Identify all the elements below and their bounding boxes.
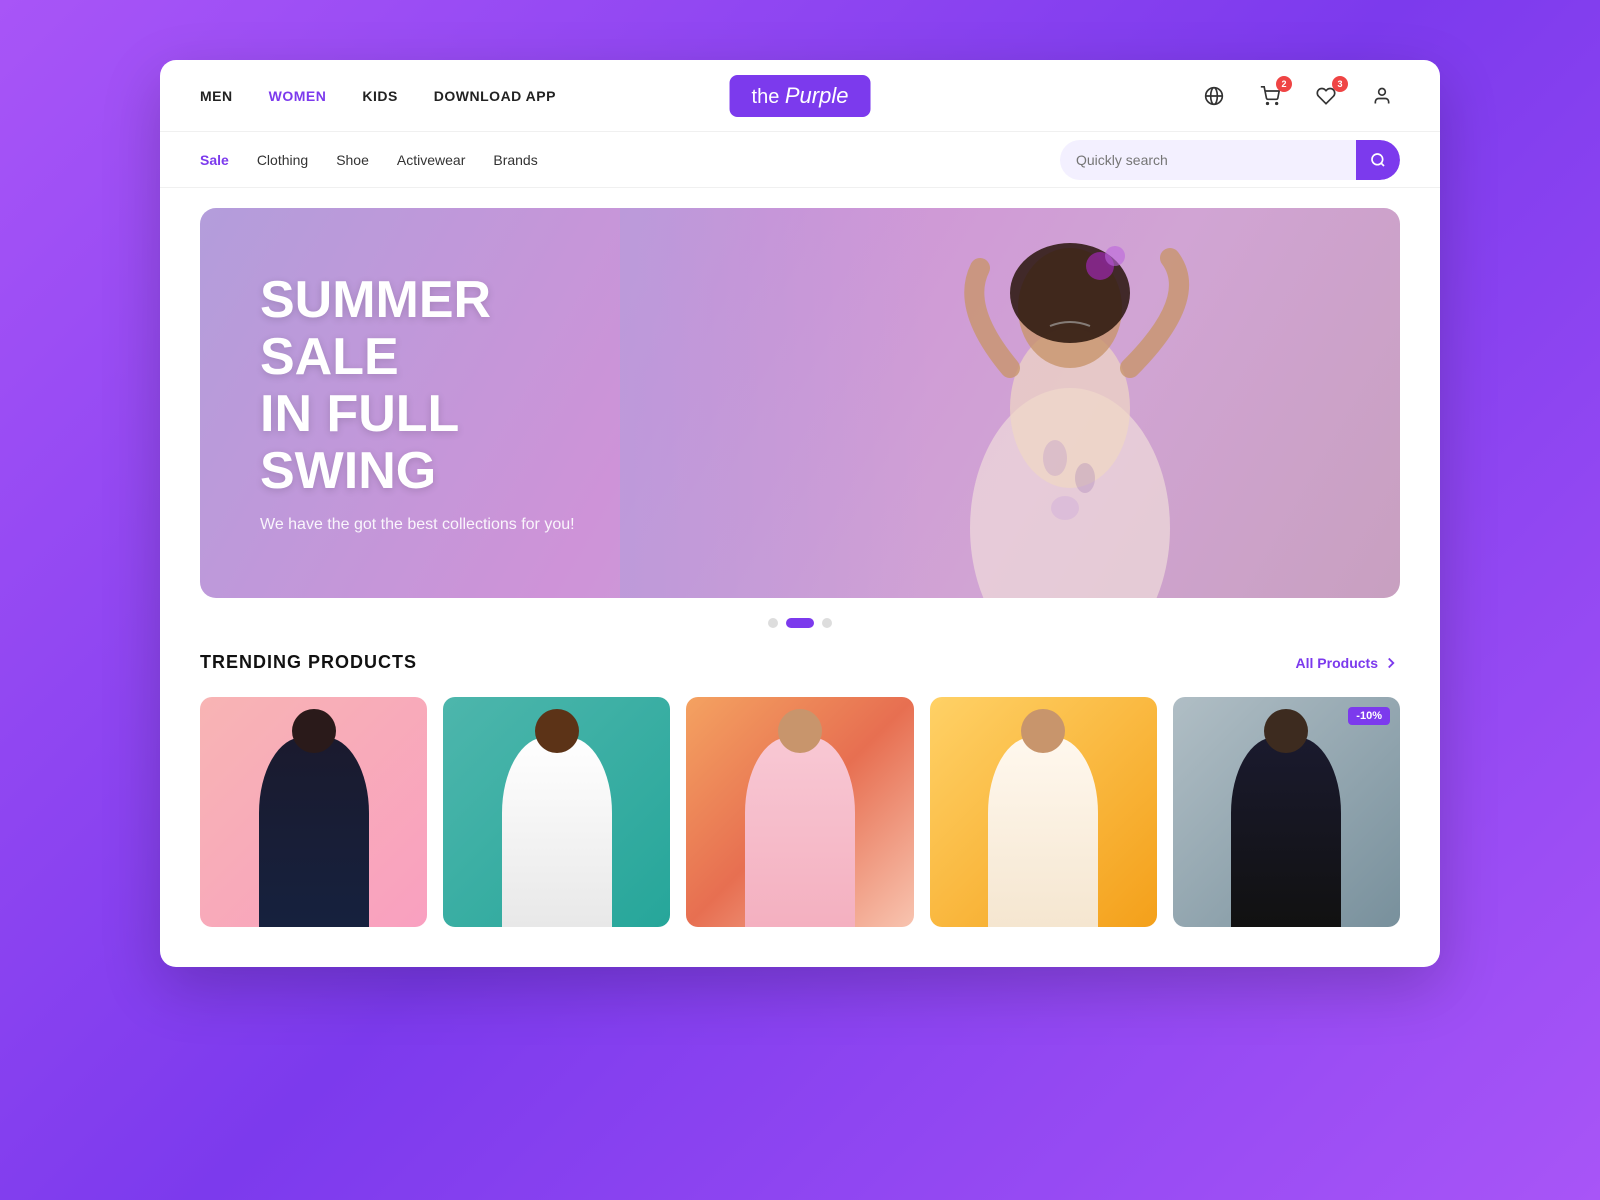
cat-shoe[interactable]: Shoe bbox=[336, 152, 369, 168]
all-products-label: All Products bbox=[1296, 655, 1378, 671]
product-image-2 bbox=[443, 697, 670, 927]
product-image-5: -10% bbox=[1173, 697, 1400, 927]
logo-cursive: Purple bbox=[785, 83, 849, 108]
product-figure-5 bbox=[1196, 720, 1378, 927]
hero-dots bbox=[200, 598, 1400, 652]
second-nav: Sale Clothing Shoe Activewear Brands bbox=[160, 132, 1440, 188]
figure-head-1 bbox=[292, 709, 336, 753]
hero-content: SUMMER SALE IN FULL SWING We have the go… bbox=[200, 272, 680, 535]
figure-body-2 bbox=[502, 737, 612, 927]
product-figure-1 bbox=[223, 720, 405, 927]
nav-kids[interactable]: KIDS bbox=[362, 88, 397, 104]
product-card-2[interactable] bbox=[443, 697, 670, 927]
product-grid: -10% bbox=[200, 697, 1400, 927]
user-icon bbox=[1372, 86, 1392, 106]
figure-head-5 bbox=[1264, 709, 1308, 753]
product-image-1 bbox=[200, 697, 427, 927]
logo-text: the Purple bbox=[752, 83, 849, 109]
hero-section: SUMMER SALE IN FULL SWING We have the go… bbox=[160, 188, 1440, 652]
chevron-right-icon bbox=[1382, 654, 1400, 672]
product-card-4[interactable] bbox=[930, 697, 1157, 927]
figure-head-2 bbox=[535, 709, 579, 753]
main-container: MEN WOMEN KIDS DOWNLOAD APP the Purple 2 bbox=[160, 60, 1440, 967]
heart-badge: 3 bbox=[1332, 76, 1348, 92]
product-figure-2 bbox=[466, 720, 648, 927]
search-icon bbox=[1370, 152, 1386, 168]
product-card-3[interactable] bbox=[686, 697, 913, 927]
figure-head-3 bbox=[778, 709, 822, 753]
product-image-3 bbox=[686, 697, 913, 927]
logo-wrap: the Purple bbox=[730, 75, 871, 117]
hero-title-line1: SUMMER SALE bbox=[260, 272, 620, 386]
nav-men[interactable]: MEN bbox=[200, 88, 233, 104]
hero-title-line2: IN FULL SWING bbox=[260, 386, 620, 500]
category-links: Sale Clothing Shoe Activewear Brands bbox=[200, 152, 538, 168]
search-button[interactable] bbox=[1356, 140, 1400, 180]
cat-sale[interactable]: Sale bbox=[200, 152, 229, 168]
product-figure-3 bbox=[709, 720, 891, 927]
search-input[interactable] bbox=[1060, 152, 1356, 168]
cat-activewear[interactable]: Activewear bbox=[397, 152, 465, 168]
figure-head-4 bbox=[1021, 709, 1065, 753]
nav-links: MEN WOMEN KIDS DOWNLOAD APP bbox=[200, 88, 556, 104]
nav-download-app[interactable]: DOWNLOAD APP bbox=[434, 88, 556, 104]
figure-body-5 bbox=[1231, 737, 1341, 927]
user-icon-button[interactable] bbox=[1364, 78, 1400, 114]
logo-box[interactable]: the Purple bbox=[730, 75, 871, 117]
product-image-4 bbox=[930, 697, 1157, 927]
globe-icon-button[interactable] bbox=[1196, 78, 1232, 114]
trending-header: TRENDING PRODUCTS All Products bbox=[200, 652, 1400, 673]
hero-dot-3[interactable] bbox=[822, 618, 832, 628]
cat-clothing[interactable]: Clothing bbox=[257, 152, 308, 168]
discount-badge-5: -10% bbox=[1348, 707, 1390, 725]
wishlist-icon-button[interactable]: 3 bbox=[1308, 78, 1344, 114]
hero-dot-2[interactable] bbox=[786, 618, 814, 628]
top-nav: MEN WOMEN KIDS DOWNLOAD APP the Purple 2 bbox=[160, 60, 1440, 132]
product-card-1[interactable] bbox=[200, 697, 427, 927]
trending-section: TRENDING PRODUCTS All Products bbox=[160, 652, 1440, 967]
globe-icon bbox=[1204, 86, 1224, 106]
hero-figure bbox=[820, 208, 1320, 598]
all-products-link[interactable]: All Products bbox=[1296, 654, 1400, 672]
hero-dot-1[interactable] bbox=[768, 618, 778, 628]
cat-brands[interactable]: Brands bbox=[493, 152, 537, 168]
hero-subtitle: We have the got the best collections for… bbox=[260, 516, 620, 534]
hero-banner: SUMMER SALE IN FULL SWING We have the go… bbox=[200, 208, 1400, 598]
nav-women[interactable]: WOMEN bbox=[269, 88, 327, 104]
trending-title: TRENDING PRODUCTS bbox=[200, 652, 417, 673]
top-nav-icons: 2 3 bbox=[1196, 78, 1400, 114]
figure-body-1 bbox=[259, 737, 369, 927]
hero-woman-svg bbox=[860, 208, 1280, 598]
product-card-5[interactable]: -10% bbox=[1173, 697, 1400, 927]
figure-body-4 bbox=[988, 737, 1098, 927]
product-figure-4 bbox=[952, 720, 1134, 927]
search-wrap bbox=[1060, 140, 1400, 180]
hero-title: SUMMER SALE IN FULL SWING bbox=[260, 272, 620, 501]
figure-body-3 bbox=[745, 737, 855, 927]
cart-icon-button[interactable]: 2 bbox=[1252, 78, 1288, 114]
cart-badge: 2 bbox=[1276, 76, 1292, 92]
